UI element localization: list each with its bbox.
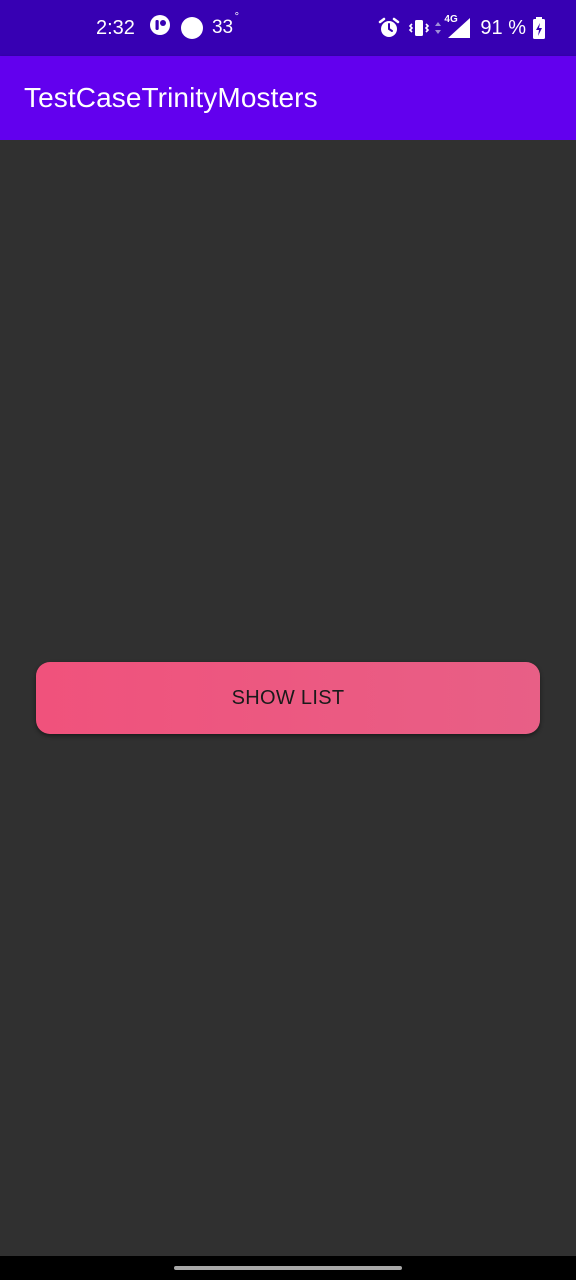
battery-charging-icon: [532, 16, 546, 40]
app-notification-icon: [149, 14, 171, 42]
status-bar: 2:32 33 ° 4G 91 %: [0, 0, 576, 56]
main-content: SHOW LIST: [0, 140, 576, 1256]
navigation-bar: [0, 1256, 576, 1280]
battery-percent: 91 %: [480, 16, 526, 39]
temperature: 33: [212, 11, 239, 39]
clock: 2:32: [96, 16, 135, 39]
alarm-icon: [378, 17, 400, 39]
data-arrows-icon: [434, 17, 442, 39]
app-bar: TestCaseTrinityMosters: [0, 56, 576, 140]
home-indicator[interactable]: [174, 1266, 402, 1270]
show-list-button[interactable]: SHOW LIST: [36, 662, 540, 734]
network-type: 4G: [444, 14, 458, 25]
signal-icon: 4G: [444, 14, 472, 40]
weather-icon: [180, 17, 203, 39]
vibrate-icon: [408, 17, 430, 39]
status-bar-right: 4G 91 %: [378, 0, 546, 56]
app-title: TestCaseTrinityMosters: [24, 82, 318, 113]
status-bar-left: 2:32 33: [96, 0, 239, 56]
